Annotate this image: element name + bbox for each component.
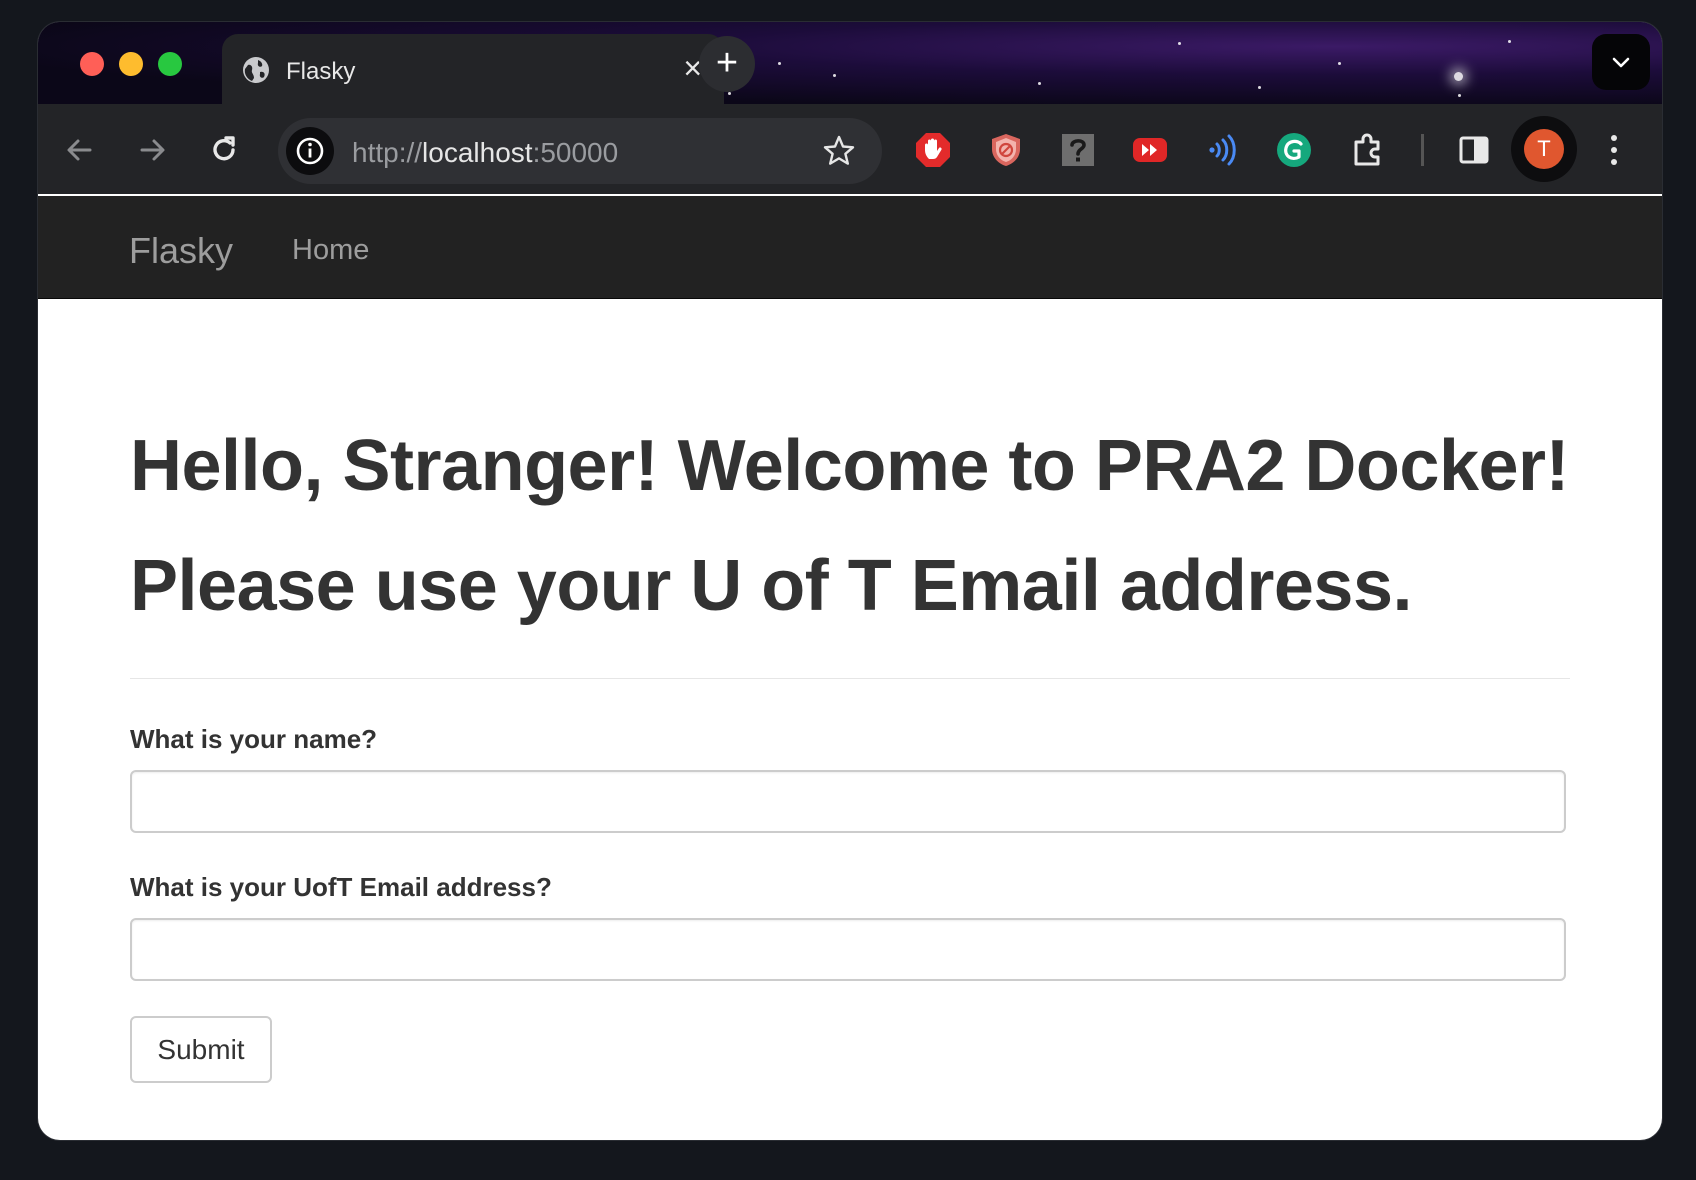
url-port: :50000 xyxy=(532,137,619,168)
profile-button[interactable]: T xyxy=(1511,116,1577,182)
browser-window: Flasky × + http://localhost:50000 T Flas… xyxy=(38,22,1662,1140)
heading-divider xyxy=(130,678,1570,679)
url-text: http://localhost:50000 xyxy=(352,137,618,169)
maximize-window-button[interactable] xyxy=(158,52,182,76)
puzzle-extensions-icon[interactable] xyxy=(1350,132,1386,168)
tab-flasky[interactable]: Flasky × xyxy=(222,34,724,104)
chevron-down-icon xyxy=(1612,57,1630,68)
bookmark-star-icon[interactable] xyxy=(822,134,856,168)
more-menu-icon[interactable] xyxy=(1608,132,1620,168)
submit-button[interactable]: Submit xyxy=(130,1016,272,1083)
email-input[interactable] xyxy=(130,918,1566,981)
tab-title: Flasky xyxy=(286,58,356,85)
arrow-left-icon xyxy=(67,139,92,161)
grammarly-icon[interactable] xyxy=(1276,132,1312,168)
question-icon[interactable] xyxy=(1060,132,1096,168)
url-host: localhost xyxy=(422,137,533,168)
adblock-hand-icon[interactable] xyxy=(915,132,951,168)
navbar-brand[interactable]: Flasky xyxy=(129,230,233,272)
address-bar[interactable]: http://localhost:50000 xyxy=(278,118,882,184)
toolbar-separator xyxy=(1421,134,1424,166)
nav-link-home[interactable]: Home xyxy=(292,234,369,267)
close-window-button[interactable] xyxy=(80,52,104,76)
tab-search-button[interactable] xyxy=(1592,34,1650,90)
globe-icon xyxy=(243,57,269,83)
arrow-right-icon xyxy=(140,139,165,161)
page-heading: Hello, Stranger! Welcome to PRA2 Docker!… xyxy=(130,406,1570,646)
new-tab-button[interactable]: + xyxy=(699,36,755,92)
avatar: T xyxy=(1524,129,1564,169)
browser-toolbar: http://localhost:50000 T xyxy=(38,104,1662,194)
shield-block-icon[interactable] xyxy=(988,132,1024,168)
reload-button[interactable] xyxy=(204,130,244,170)
name-input[interactable] xyxy=(130,770,1566,833)
heading-line-2: Please use your U of T Email address. xyxy=(130,546,1413,626)
audio-waves-icon[interactable] xyxy=(1204,132,1240,168)
back-button[interactable] xyxy=(60,130,100,170)
site-info-button[interactable] xyxy=(286,127,334,175)
minimize-window-button[interactable] xyxy=(119,52,143,76)
url-scheme: http:// xyxy=(352,137,423,168)
youtube-forward-icon[interactable] xyxy=(1132,132,1168,168)
reload-icon xyxy=(213,136,235,161)
heading-line-1: Hello, Stranger! Welcome to PRA2 Docker! xyxy=(130,426,1570,506)
email-label: What is your UofT Email address? xyxy=(130,872,552,902)
forward-button[interactable] xyxy=(132,130,172,170)
name-label: What is your name? xyxy=(130,724,378,754)
info-icon xyxy=(296,137,324,165)
tab-strip: Flasky × + xyxy=(38,22,1662,104)
site-navbar: Flasky Home xyxy=(38,196,1662,299)
side-panel-icon[interactable] xyxy=(1456,132,1492,168)
